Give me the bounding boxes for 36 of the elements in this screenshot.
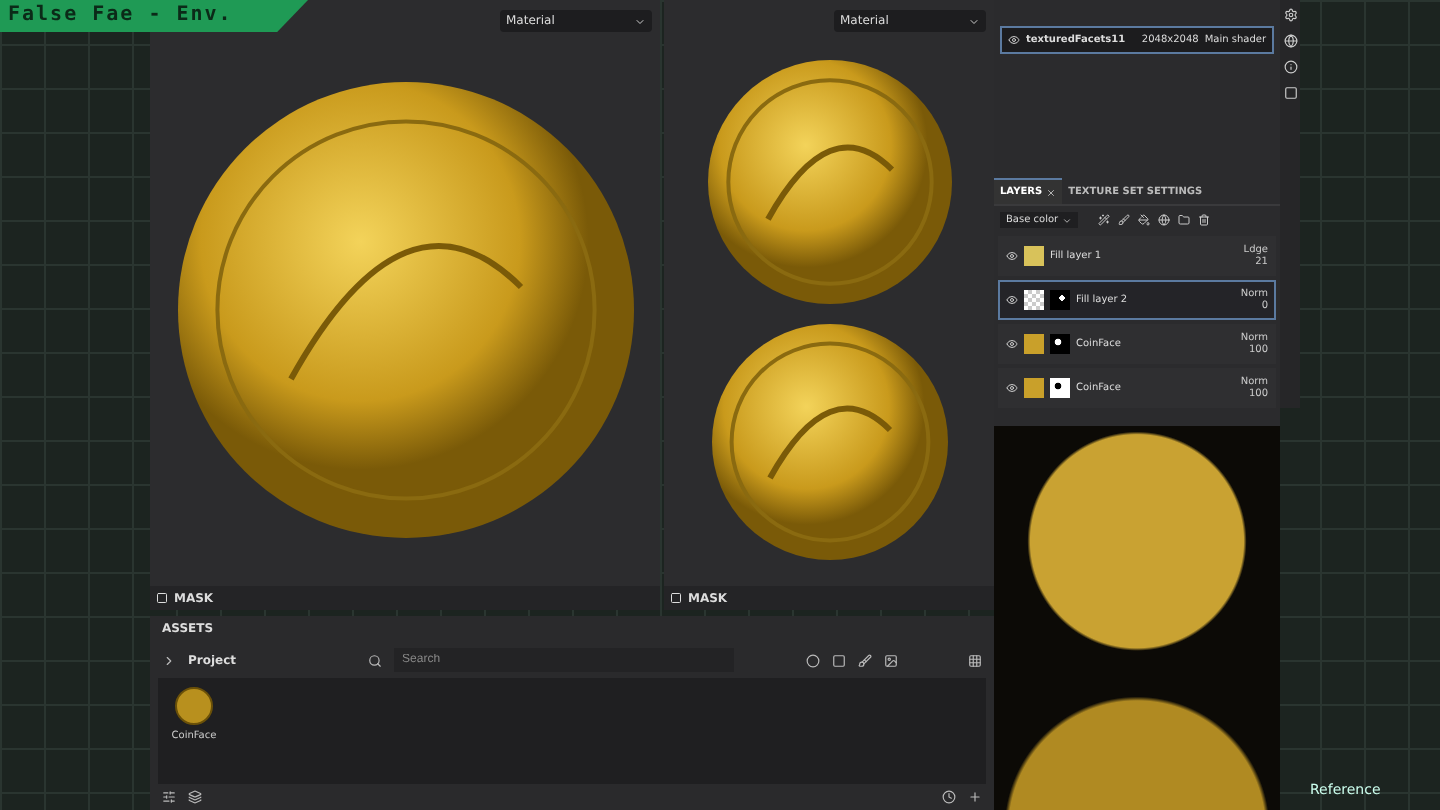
fill-icon[interactable]	[1138, 214, 1151, 226]
eye-icon[interactable]	[1006, 294, 1018, 306]
trash-icon[interactable]	[1198, 214, 1211, 226]
info-icon[interactable]	[1283, 60, 1297, 74]
eye-icon[interactable]	[1008, 34, 1020, 46]
chevron-down-icon	[634, 15, 646, 27]
mask-icon[interactable]	[156, 592, 168, 604]
settings-icon[interactable]	[1283, 8, 1297, 22]
clock-icon[interactable]	[942, 790, 956, 804]
eye-icon[interactable]	[1006, 338, 1018, 350]
wand-icon[interactable]	[1098, 214, 1111, 226]
chevron-down-icon	[1062, 215, 1073, 225]
chevron-icon[interactable]	[162, 653, 176, 667]
coin-thumbnail[interactable]	[174, 686, 214, 726]
globe-icon[interactable]	[1283, 34, 1297, 48]
filter-icon[interactable]	[162, 790, 176, 804]
layers-icon[interactable]	[188, 790, 202, 804]
add-icon[interactable]	[968, 790, 982, 804]
mask-thumbnail	[1050, 378, 1070, 398]
image-filter-icon[interactable]	[884, 653, 899, 667]
title-banner: False Fae - Env.	[0, 0, 308, 32]
mask-thumbnail	[1050, 290, 1070, 310]
eye-icon[interactable]	[1006, 382, 1018, 394]
search-icon	[368, 653, 383, 667]
folder-icon[interactable]	[1178, 214, 1191, 226]
brush-filter-icon[interactable]	[858, 653, 873, 667]
sphere-filter-icon[interactable]	[806, 653, 821, 667]
square-icon[interactable]	[1283, 86, 1297, 100]
eye-icon[interactable]	[1006, 250, 1018, 262]
grid-view-icon[interactable]	[968, 653, 982, 667]
square-filter-icon[interactable]	[832, 653, 847, 667]
brush-icon[interactable]	[1118, 214, 1131, 226]
mask-icon[interactable]	[670, 592, 682, 604]
chevron-down-icon	[968, 15, 980, 27]
mask-thumbnail	[1050, 334, 1070, 354]
globe-icon[interactable]	[1158, 214, 1171, 226]
